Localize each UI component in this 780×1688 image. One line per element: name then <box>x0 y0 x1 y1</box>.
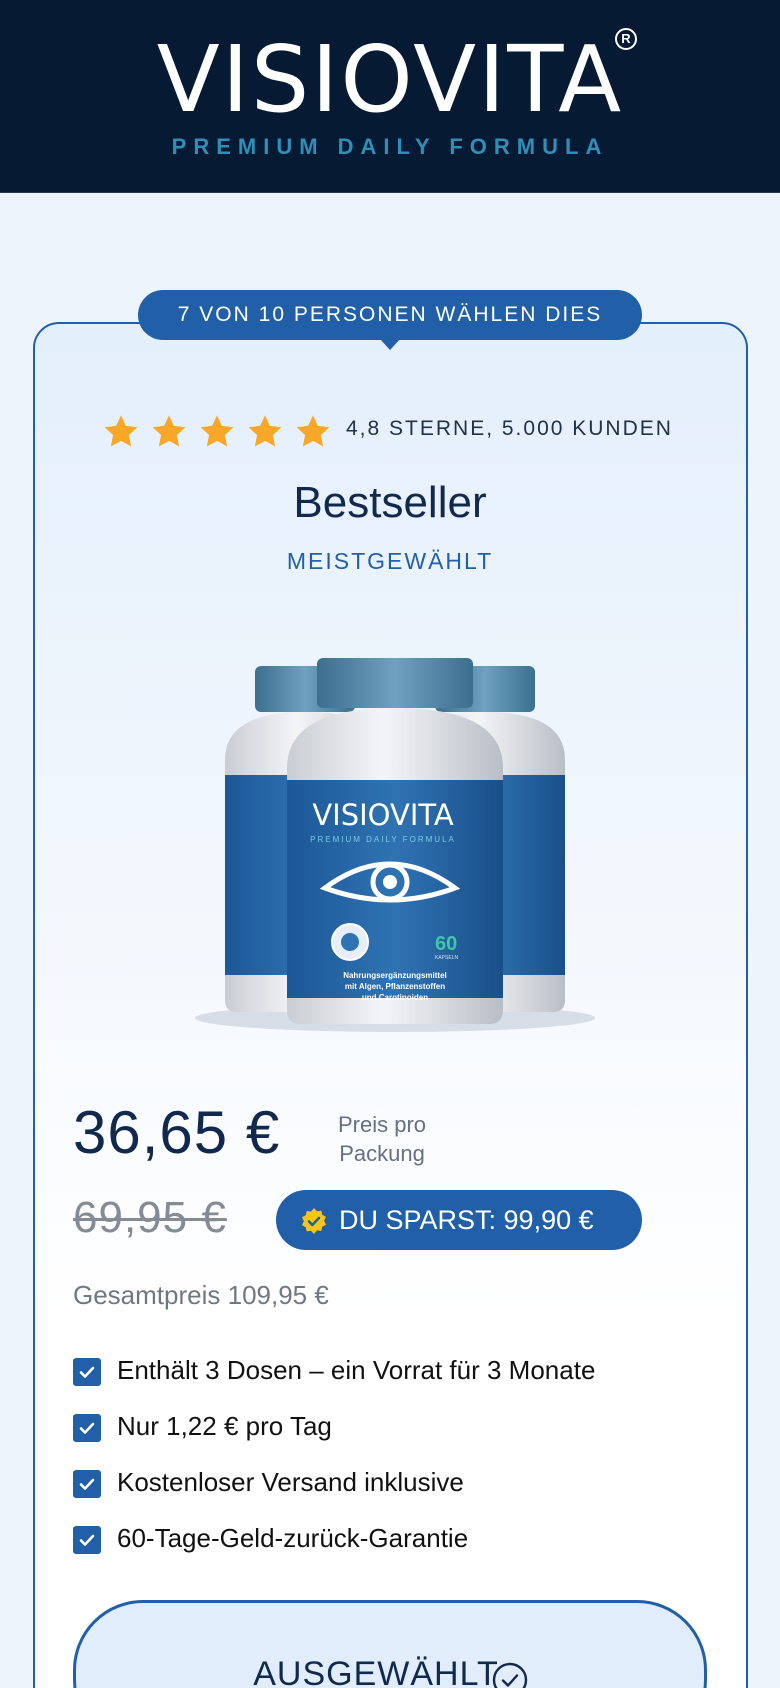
brand-logo[interactable]: VISIOVITA <box>0 34 780 126</box>
star-icon <box>296 415 330 447</box>
star-icon <box>248 415 282 447</box>
brand-tagline: PREMIUM DAILY FORMULA <box>171 134 609 159</box>
checkbox-checked-icon <box>73 1526 101 1554</box>
verified-badge-icon <box>302 1208 326 1234</box>
product-label-tagline: PREMIUM DAILY FORMULA <box>310 835 456 844</box>
product-label-desc-3: und Carotinoiden <box>362 993 428 1002</box>
feature-item: 60-Tage-Geld-zurück-Garantie <box>73 1518 713 1574</box>
selected-button[interactable]: AUSGEWÄHLT <box>73 1600 707 1688</box>
checkbox-checked-icon <box>73 1470 101 1498</box>
feature-list: Enthält 3 Dosen – ein Vorrat für 3 Monat… <box>73 1350 713 1574</box>
checkbox-checked-icon <box>73 1414 101 1442</box>
site-header: VISIOVITA R PREMIUM DAILY FORMULA <box>0 0 780 193</box>
popularity-badge: 7 VON 10 PERSONEN WÄHLEN DIES <box>138 290 642 340</box>
feature-item: Enthält 3 Dosen – ein Vorrat für 3 Monat… <box>73 1350 713 1406</box>
feature-text: Nur 1,22 € pro Tag <box>117 1411 332 1441</box>
total-price: Gesamtpreis 109,95 € <box>73 1280 329 1310</box>
savings-badge: DU SPARST: 99,90 € <box>276 1190 642 1250</box>
product-label-count-unit: KAPSELN <box>435 955 458 961</box>
checkbox-checked-icon <box>73 1358 101 1386</box>
check-circle-icon <box>492 1662 528 1688</box>
price-unit-line-1: Preis pro <box>337 1112 427 1137</box>
star-icon <box>152 415 186 447</box>
savings-text: DU SPARST: 99,90 € <box>339 1205 594 1235</box>
product-label-brand: VISIOVITA <box>312 798 454 832</box>
price-unit-label: Preis pro Packung <box>332 1110 432 1168</box>
star-icon <box>104 415 138 447</box>
offer-title: Bestseller <box>293 478 487 527</box>
rating-stars <box>102 410 342 454</box>
original-price: 69,95 € <box>73 1193 227 1242</box>
popularity-badge-pointer <box>379 338 401 350</box>
offer-subtitle: MEISTGEWÄHLT <box>286 548 494 574</box>
feature-text: 60-Tage-Geld-zurück-Garantie <box>117 1523 469 1553</box>
star-icon <box>200 415 234 447</box>
product-image: VISIOVITA PREMIUM DAILY FORMULA 60 KAPSE… <box>195 658 595 1032</box>
feature-text: Kostenloser Versand inklusive <box>117 1467 464 1497</box>
feature-text: Enthält 3 Dosen – ein Vorrat für 3 Monat… <box>117 1355 596 1385</box>
current-price: 36,65 € <box>73 1099 281 1166</box>
feature-item: Nur 1,22 € pro Tag <box>73 1406 713 1462</box>
product-label-desc-1: Nahrungsergänzungsmittel <box>343 971 447 980</box>
rating-text: 4,8 STERNE, 5.000 KUNDEN <box>346 417 673 440</box>
feature-item: Kostenloser Versand inklusive <box>73 1462 713 1518</box>
registered-mark-icon: R <box>615 28 637 50</box>
product-label-desc-2: mit Algen, Pflanzenstoffen <box>345 982 445 991</box>
product-label-count: 60 <box>435 933 457 955</box>
price-unit-line-2: Packung <box>339 1141 425 1166</box>
selected-button-label: AUSGEWÄHLT <box>253 1655 499 1688</box>
